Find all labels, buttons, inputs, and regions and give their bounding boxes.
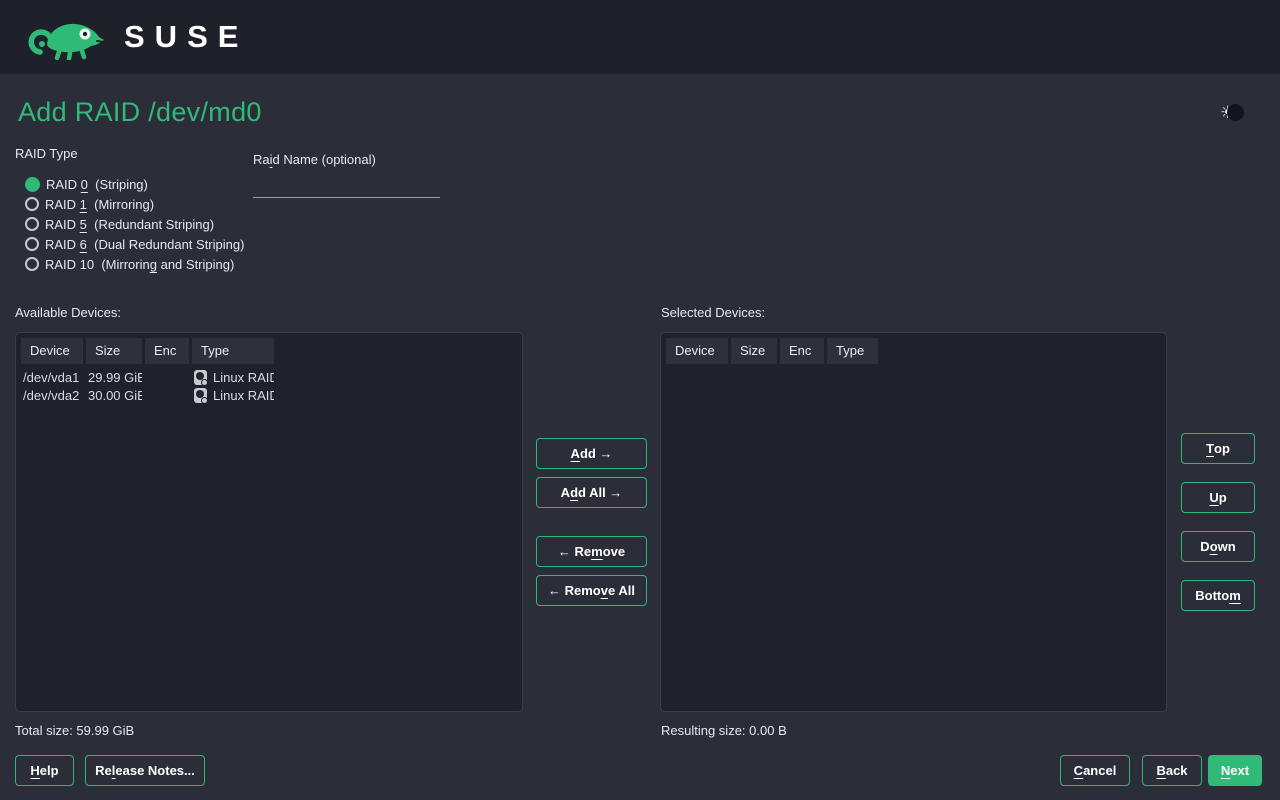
cancel-button[interactable]: Cancel xyxy=(1060,755,1130,786)
raid-type-group: RAID 0 (Striping) RAID 1 (Mirroring) RAI… xyxy=(25,174,244,274)
back-button[interactable]: Back xyxy=(1142,755,1202,786)
brand-name: SUSE xyxy=(124,19,248,55)
radio-selected-icon xyxy=(25,177,40,192)
column-header-enc: Enc xyxy=(780,338,824,364)
remove-all-button[interactable]: ← Remove All xyxy=(536,575,647,606)
radio-icon xyxy=(25,237,39,251)
partition-icon xyxy=(194,388,207,403)
radio-icon xyxy=(25,257,39,271)
table-header: Device Size Enc Type xyxy=(661,333,1166,368)
radio-raid-10[interactable]: RAID 10 (Mirroring and Striping) xyxy=(25,254,244,274)
column-header-type: Type xyxy=(192,338,274,364)
selected-devices-table: Device Size Enc Type xyxy=(660,332,1167,712)
table-row-vda2[interactable]: /dev/vda2 30.00 GiB Linux RAID xyxy=(16,386,522,404)
radio-raid-1[interactable]: RAID 1 (Mirroring) xyxy=(25,194,244,214)
add-button[interactable]: Add → xyxy=(536,438,647,469)
top-bar: SUSE xyxy=(0,0,1280,74)
column-header-size: Size xyxy=(86,338,142,364)
raid-name-label: Raid Name (optional) xyxy=(253,152,376,167)
table-header: Device Size Enc Type xyxy=(16,333,522,368)
column-header-device: Device xyxy=(21,338,83,364)
radio-icon xyxy=(25,217,39,231)
column-header-size: Size xyxy=(731,338,777,364)
radio-raid-6[interactable]: RAID 6 (Dual Redundant Striping) xyxy=(25,234,244,254)
total-size-text: Total size: 59.99 GiB xyxy=(15,723,134,738)
radio-raid-0[interactable]: RAID 0 (Striping) xyxy=(25,174,244,194)
partition-icon xyxy=(194,370,207,385)
help-button[interactable]: Help xyxy=(15,755,74,786)
suse-chameleon-icon xyxy=(28,14,108,60)
top-button[interactable]: Top xyxy=(1181,433,1255,464)
add-all-button[interactable]: Add All → xyxy=(536,477,647,508)
radio-raid-5[interactable]: RAID 5 (Redundant Striping) xyxy=(25,214,244,234)
column-header-device: Device xyxy=(666,338,728,364)
column-header-enc: Enc xyxy=(145,338,189,364)
next-button[interactable]: Next xyxy=(1208,755,1262,786)
raid-name-input[interactable] xyxy=(253,171,440,198)
page-title: Add RAID /dev/md0 xyxy=(18,97,262,128)
radio-icon xyxy=(25,197,39,211)
down-button[interactable]: Down xyxy=(1181,531,1255,562)
raid-type-label: RAID Type xyxy=(15,146,78,161)
available-devices-table: Device Size Enc Type /dev/vda1 29.99 GiB… xyxy=(15,332,523,712)
table-row-vda1[interactable]: /dev/vda1 29.99 GiB Linux RAID xyxy=(16,368,522,386)
resulting-size-text: Resulting size: 0.00 B xyxy=(661,723,787,738)
theme-toggle-button[interactable]: ☀ xyxy=(1220,104,1244,121)
remove-button[interactable]: ← Remove xyxy=(536,536,647,567)
moon-icon xyxy=(1227,104,1244,121)
release-notes-button[interactable]: Release Notes... xyxy=(85,755,205,786)
bottom-button[interactable]: Bottom xyxy=(1181,580,1255,611)
column-header-type: Type xyxy=(827,338,878,364)
yast-add-raid-dialog: SUSE ☀ Add RAID /dev/md0 RAID Type RAID … xyxy=(0,0,1280,800)
up-button[interactable]: Up xyxy=(1181,482,1255,513)
available-devices-label: Available Devices: xyxy=(15,305,121,320)
selected-devices-label: Selected Devices: xyxy=(661,305,765,320)
suse-logo: SUSE xyxy=(28,14,248,60)
